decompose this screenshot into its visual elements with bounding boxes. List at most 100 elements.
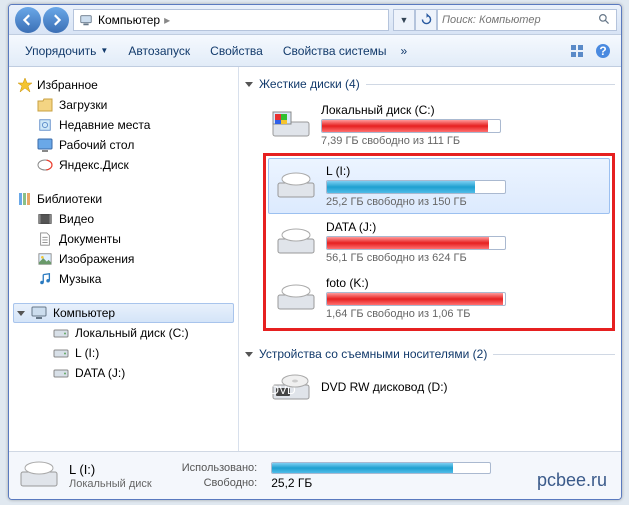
drive-icon xyxy=(276,227,316,257)
status-name: L (I:) xyxy=(69,462,152,477)
sidebar-item-label: Загрузки xyxy=(59,98,107,112)
search-box[interactable] xyxy=(437,9,617,31)
hdd-section-header[interactable]: Жесткие диски (4) xyxy=(245,75,615,93)
removable-header-label: Устройства со съемными носителями (2) xyxy=(259,347,487,361)
status-capacity-bar xyxy=(271,462,491,474)
documents-icon xyxy=(37,231,53,247)
toolbar-overflow-chevron[interactable]: » xyxy=(397,44,412,58)
drive-name: Локальный диск (C:) xyxy=(321,103,607,117)
computer-icon xyxy=(31,305,47,321)
svg-text:?: ? xyxy=(599,44,606,58)
video-icon xyxy=(37,211,53,227)
favorites-label: Избранное xyxy=(37,78,98,92)
sidebar-item-label: Локальный диск (C:) xyxy=(75,326,189,340)
drive-name: DATA (J:) xyxy=(326,220,602,234)
libraries-group[interactable]: Библиотеки xyxy=(13,189,234,209)
sidebar-item-drive-c[interactable]: Локальный диск (C:) xyxy=(13,323,234,343)
computer-group[interactable]: Компьютер xyxy=(13,303,234,323)
navigation-pane: Избранное Загрузки Недавние места Рабочи… xyxy=(9,67,239,451)
drive-capacity-bar xyxy=(326,180,506,194)
sidebar-item-label: L (I:) xyxy=(75,346,99,360)
music-icon xyxy=(37,271,53,287)
toolbar: Упорядочить▼ Автозапуск Свойства Свойств… xyxy=(9,35,621,67)
refresh-button[interactable] xyxy=(415,9,437,31)
sidebar-item-yandexdisk[interactable]: Яндекс.Диск xyxy=(13,155,234,175)
highlight-box: L (I:) 25,2 ГБ свободно из 150 ГБ DATA (… xyxy=(263,153,615,331)
back-button[interactable] xyxy=(15,7,41,33)
drive-capacity-bar xyxy=(321,119,501,133)
organize-menu[interactable]: Упорядочить▼ xyxy=(15,40,118,62)
system-properties-button[interactable]: Свойства системы xyxy=(273,40,397,62)
drive-icon xyxy=(53,325,69,341)
libraries-label: Библиотеки xyxy=(37,192,102,206)
view-options-button[interactable] xyxy=(565,39,589,63)
sidebar-item-drive-j[interactable]: DATA (J:) xyxy=(13,363,234,383)
favorites-group[interactable]: Избранное xyxy=(13,75,234,95)
star-icon xyxy=(17,77,33,93)
drive-j[interactable]: DATA (J:) 56,1 ГБ свободно из 624 ГБ xyxy=(268,214,610,270)
explorer-window: Компьютер ▸ ▼ Упорядочить▼ Автозапуск Св… xyxy=(8,4,622,500)
drive-icon xyxy=(53,365,69,381)
removable-section-header[interactable]: Устройства со съемными носителями (2) xyxy=(245,345,615,363)
sidebar-item-label: Видео xyxy=(59,212,94,226)
drive-c[interactable]: Локальный диск (C:) 7,39 ГБ свободно из … xyxy=(263,97,615,153)
collapse-triangle-icon xyxy=(245,82,253,87)
pictures-icon xyxy=(37,251,53,267)
drive-k[interactable]: foto (K:) 1,64 ГБ свободно из 1,06 ТБ xyxy=(268,270,610,326)
address-bar[interactable]: Компьютер ▸ xyxy=(73,9,389,31)
drive-free-text: 7,39 ГБ свободно из 111 ГБ xyxy=(321,135,607,147)
sidebar-item-label: Изображения xyxy=(59,252,134,266)
sidebar-item-video[interactable]: Видео xyxy=(13,209,234,229)
search-icon xyxy=(596,12,612,28)
organize-label: Упорядочить xyxy=(25,44,96,58)
section-divider xyxy=(366,84,615,85)
drive-icon xyxy=(276,171,316,201)
sidebar-item-recent[interactable]: Недавние места xyxy=(13,115,234,135)
collapse-triangle-icon xyxy=(245,352,253,357)
sidebar-item-desktop[interactable]: Рабочий стол xyxy=(13,135,234,155)
drive-name: DVD RW дисковод (D:) xyxy=(321,380,607,394)
section-divider xyxy=(493,354,615,355)
sidebar-item-label: DATA (J:) xyxy=(75,366,125,380)
expand-triangle-icon xyxy=(17,311,25,316)
sidebar-item-pictures[interactable]: Изображения xyxy=(13,249,234,269)
sidebar-item-label: Яндекс.Диск xyxy=(59,158,129,172)
drive-dvd[interactable]: DVD DVD RW дисковод (D:) xyxy=(263,367,615,409)
libraries-icon xyxy=(17,191,33,207)
hdd-header-label: Жесткие диски (4) xyxy=(259,77,360,91)
breadcrumb-computer[interactable]: Компьютер xyxy=(94,13,164,27)
drive-i[interactable]: L (I:) 25,2 ГБ свободно из 150 ГБ xyxy=(268,158,610,214)
drive-icon xyxy=(276,283,316,313)
dvd-drive-icon: DVD xyxy=(271,373,311,403)
search-input[interactable] xyxy=(442,14,596,26)
computer-icon xyxy=(78,12,94,28)
breadcrumb-separator: ▸ xyxy=(164,13,170,27)
content-pane: Жесткие диски (4) Локальный диск (C:) 7,… xyxy=(239,67,621,451)
sidebar-item-drive-i[interactable]: L (I:) xyxy=(13,343,234,363)
status-free-value: 25,2 ГБ xyxy=(271,476,491,490)
sidebar-item-label: Документы xyxy=(59,232,121,246)
drive-name: foto (K:) xyxy=(326,276,602,290)
status-used-label: Использовано: xyxy=(182,462,258,474)
autoplay-button[interactable]: Автозапуск xyxy=(118,40,200,62)
sidebar-item-music[interactable]: Музыка xyxy=(13,269,234,289)
forward-button[interactable] xyxy=(43,7,69,33)
sidebar-item-downloads[interactable]: Загрузки xyxy=(13,95,234,115)
sidebar-item-label: Рабочий стол xyxy=(59,138,134,152)
drive-capacity-bar xyxy=(326,236,506,250)
drive-icon xyxy=(19,460,59,492)
recent-icon xyxy=(37,117,53,133)
status-type: Локальный диск xyxy=(69,478,152,490)
sidebar-item-documents[interactable]: Документы xyxy=(13,229,234,249)
help-button[interactable]: ? xyxy=(591,39,615,63)
details-pane: L (I:) Локальный диск Использовано: Своб… xyxy=(9,451,621,499)
computer-label: Компьютер xyxy=(53,306,115,320)
sidebar-item-label: Музыка xyxy=(59,272,101,286)
properties-button[interactable]: Свойства xyxy=(200,40,273,62)
explorer-body: Избранное Загрузки Недавние места Рабочи… xyxy=(9,67,621,451)
watermark: pcbee.ru xyxy=(537,470,607,491)
yandex-disk-icon xyxy=(37,157,53,173)
status-free-label: Свободно: xyxy=(182,477,258,489)
address-dropdown-button[interactable]: ▼ xyxy=(393,9,415,31)
drive-name: L (I:) xyxy=(326,164,602,178)
